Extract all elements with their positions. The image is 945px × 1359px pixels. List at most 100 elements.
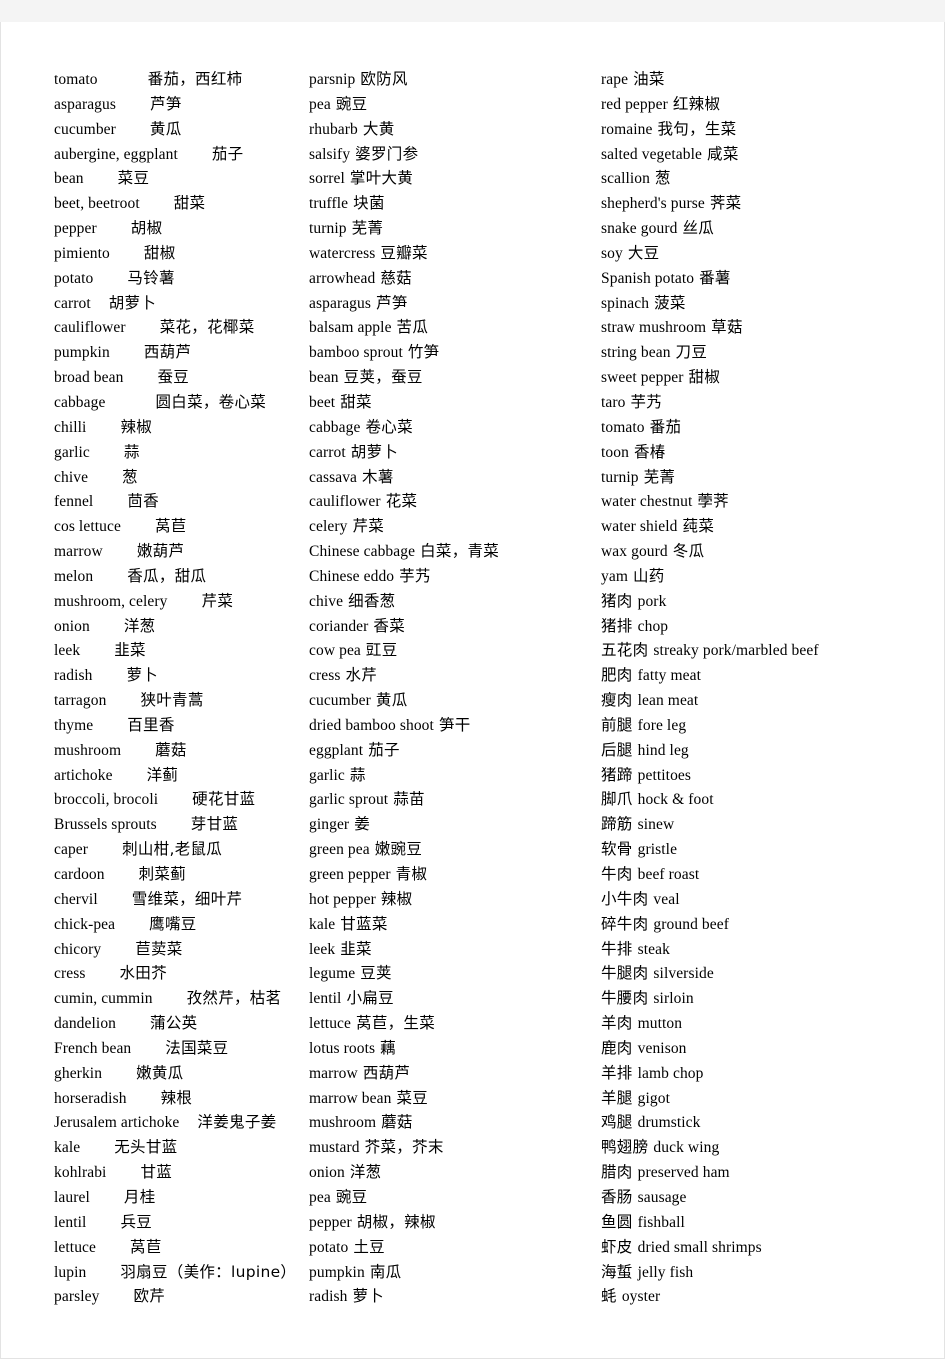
vocabulary-entry: spinach 菠菜 bbox=[601, 291, 944, 316]
vocabulary-entry: onion 洋葱 bbox=[309, 1160, 591, 1185]
vocabulary-entry: bean 豆荚，蚕豆 bbox=[309, 365, 591, 390]
entry-english-term: gristle bbox=[637, 841, 678, 859]
entry-chinese-term: 南瓜 bbox=[369, 1262, 402, 1281]
vocabulary-entry: 肥肉 fatty meat bbox=[601, 663, 944, 688]
vocabulary-entry: watercress 豆瓣菜 bbox=[309, 241, 591, 266]
entry-english-term: pumpkin bbox=[54, 344, 110, 362]
vocabulary-entry: turnip 芜菁 bbox=[309, 216, 591, 241]
entry-chinese-term: 花菜 bbox=[385, 492, 418, 511]
vocabulary-entry: radish 萝卜 bbox=[309, 1284, 591, 1309]
entry-english-term: radish bbox=[309, 1288, 348, 1306]
entry-chinese-term: 软骨 bbox=[601, 840, 633, 859]
entry-english-term: gigot bbox=[637, 1089, 670, 1107]
entry-chinese-term: 荸荠 bbox=[697, 492, 729, 511]
entry-english-term: bamboo sprout bbox=[309, 344, 403, 362]
entry-english-term: water chestnut bbox=[601, 493, 693, 511]
entry-chinese-term: 蒜 bbox=[123, 442, 140, 461]
entry-english-term: tomato bbox=[54, 71, 98, 88]
vocabulary-entry: hot pepper 辣椒 bbox=[309, 887, 591, 912]
entry-english-term: asparagus bbox=[54, 95, 117, 113]
entry-chinese-term: 萝卜 bbox=[126, 666, 159, 685]
entry-english-term: pea bbox=[309, 1188, 331, 1206]
entry-chinese-term: 茄子 bbox=[211, 144, 244, 163]
entry-english-term: asparagus bbox=[309, 294, 372, 312]
entry-english-term: silverside bbox=[653, 965, 714, 983]
entry-english-term: caper bbox=[54, 841, 89, 859]
entry-chinese-term: 腊肉 bbox=[601, 1163, 633, 1182]
entry-english-term: legume bbox=[309, 965, 356, 983]
entry-chinese-term: 菠菜 bbox=[654, 293, 686, 312]
entry-english-term: tomato bbox=[601, 418, 645, 436]
entry-english-term: chop bbox=[637, 617, 669, 635]
entry-english-term: dried bamboo shoot bbox=[309, 716, 434, 734]
vocabulary-entry: caper 刺山柑,老鼠瓜 bbox=[54, 837, 301, 862]
entry-chinese-term: 芹菜 bbox=[201, 591, 234, 610]
entry-english-term: ground beef bbox=[653, 915, 729, 933]
entry-chinese-term: 蒜 bbox=[349, 765, 366, 784]
entry-chinese-term: 无头甘蓝 bbox=[114, 1138, 178, 1157]
entry-chinese-term: 刺山柑,老鼠瓜 bbox=[122, 840, 223, 859]
vocabulary-entry: ginger 姜 bbox=[309, 812, 591, 837]
entry-english-term: cucumber bbox=[309, 692, 371, 710]
entry-english-term: sweet pepper bbox=[601, 369, 684, 387]
vocabulary-entry: cauliflower 菜花，花椰菜 bbox=[54, 315, 301, 340]
entry-english-term: snake gourd bbox=[601, 220, 678, 238]
entry-english-term: red pepper bbox=[601, 95, 668, 113]
vocabulary-entry: radish 萝卜 bbox=[54, 663, 301, 688]
vocabulary-entry: parsley 欧芹 bbox=[54, 1284, 301, 1309]
entry-chinese-term: 慈菇 bbox=[380, 268, 412, 287]
entry-english-term: spinach bbox=[601, 294, 650, 312]
entry-chinese-term: 百里香 bbox=[127, 715, 175, 734]
entry-english-term: broccoli, brocoli bbox=[54, 791, 159, 809]
entry-english-term: water shield bbox=[601, 518, 678, 536]
vocabulary-entry: coriander 香菜 bbox=[309, 614, 591, 639]
entry-english-term: cucumber bbox=[54, 120, 116, 138]
entry-english-term: celery bbox=[309, 518, 348, 536]
entry-chinese-term: 荠菜 bbox=[709, 194, 742, 213]
entry-chinese-term: 胡椒，辣椒 bbox=[356, 1212, 436, 1231]
entry-english-term: fishball bbox=[637, 1213, 685, 1231]
vocabulary-entry: dandelion 蒲公英 bbox=[54, 1011, 301, 1036]
entry-english-term: pepper bbox=[309, 1213, 352, 1231]
entry-english-term: cumin, cummin bbox=[54, 990, 153, 1008]
entry-english-term: tarragon bbox=[54, 692, 107, 710]
entry-chinese-term: 我句，生菜 bbox=[657, 119, 737, 138]
entry-english-term: lettuce bbox=[309, 1015, 352, 1033]
entry-chinese-term: 羊排 bbox=[601, 1063, 633, 1082]
entry-english-term: streaky pork/marbled beef bbox=[653, 642, 819, 660]
entry-english-term: artichoke bbox=[54, 766, 113, 784]
vocabulary-entry: tomato 番茄 bbox=[601, 415, 944, 440]
entry-english-term: green pea bbox=[309, 841, 370, 859]
entry-english-term: hock & foot bbox=[637, 791, 714, 809]
vocabulary-entry: cow pea 豇豆 bbox=[309, 638, 591, 663]
vocabulary-entry: tarragon 狭叶青蒿 bbox=[54, 688, 301, 713]
entry-english-term: garlic sprout bbox=[309, 791, 389, 809]
entry-english-term: kohlrabi bbox=[54, 1164, 107, 1182]
entry-chinese-term: 葱 bbox=[655, 169, 671, 188]
vocabulary-entry: cos lettuce 莴苣 bbox=[54, 514, 301, 539]
entry-chinese-term: 芦笋 bbox=[150, 94, 182, 113]
vocabulary-entry: Brussels sprouts 芽甘蓝 bbox=[54, 812, 301, 837]
vocabulary-entry: pumpkin 南瓜 bbox=[309, 1260, 591, 1285]
entry-chinese-term: 猪肉 bbox=[601, 591, 633, 610]
entry-english-term: lamb chop bbox=[637, 1064, 704, 1082]
vocabulary-entry: lentil 小扁豆 bbox=[309, 986, 591, 1011]
entry-chinese-term: 甜菜 bbox=[173, 194, 206, 213]
vocabulary-entry: pumpkin 西葫芦 bbox=[54, 340, 301, 365]
entry-english-term: preserved ham bbox=[637, 1164, 730, 1182]
vocabulary-entry: eggplant 茄子 bbox=[309, 738, 591, 763]
entry-english-term: turnip bbox=[309, 220, 347, 238]
entry-english-term: soy bbox=[601, 244, 623, 262]
entry-chinese-term: 油菜 bbox=[633, 70, 665, 88]
entry-chinese-term: 刺菜蓟 bbox=[138, 865, 187, 883]
entry-chinese-term: 苦瓜 bbox=[396, 318, 429, 337]
entry-chinese-term: 洋姜鬼子姜 bbox=[197, 1113, 277, 1132]
vocabulary-entry: green pepper 青椒 bbox=[309, 862, 591, 887]
vocabulary-entry: lettuce 莴苣 bbox=[54, 1235, 301, 1260]
entry-english-term: fore leg bbox=[637, 716, 687, 734]
entry-chinese-term: 嫩葫芦 bbox=[136, 542, 185, 561]
vocabulary-entry: chive 细香葱 bbox=[309, 589, 591, 614]
entry-chinese-term: 芦笋 bbox=[376, 293, 408, 312]
entry-english-term: marrow bbox=[309, 1064, 358, 1082]
vocabulary-entry: string bean 刀豆 bbox=[601, 340, 944, 365]
